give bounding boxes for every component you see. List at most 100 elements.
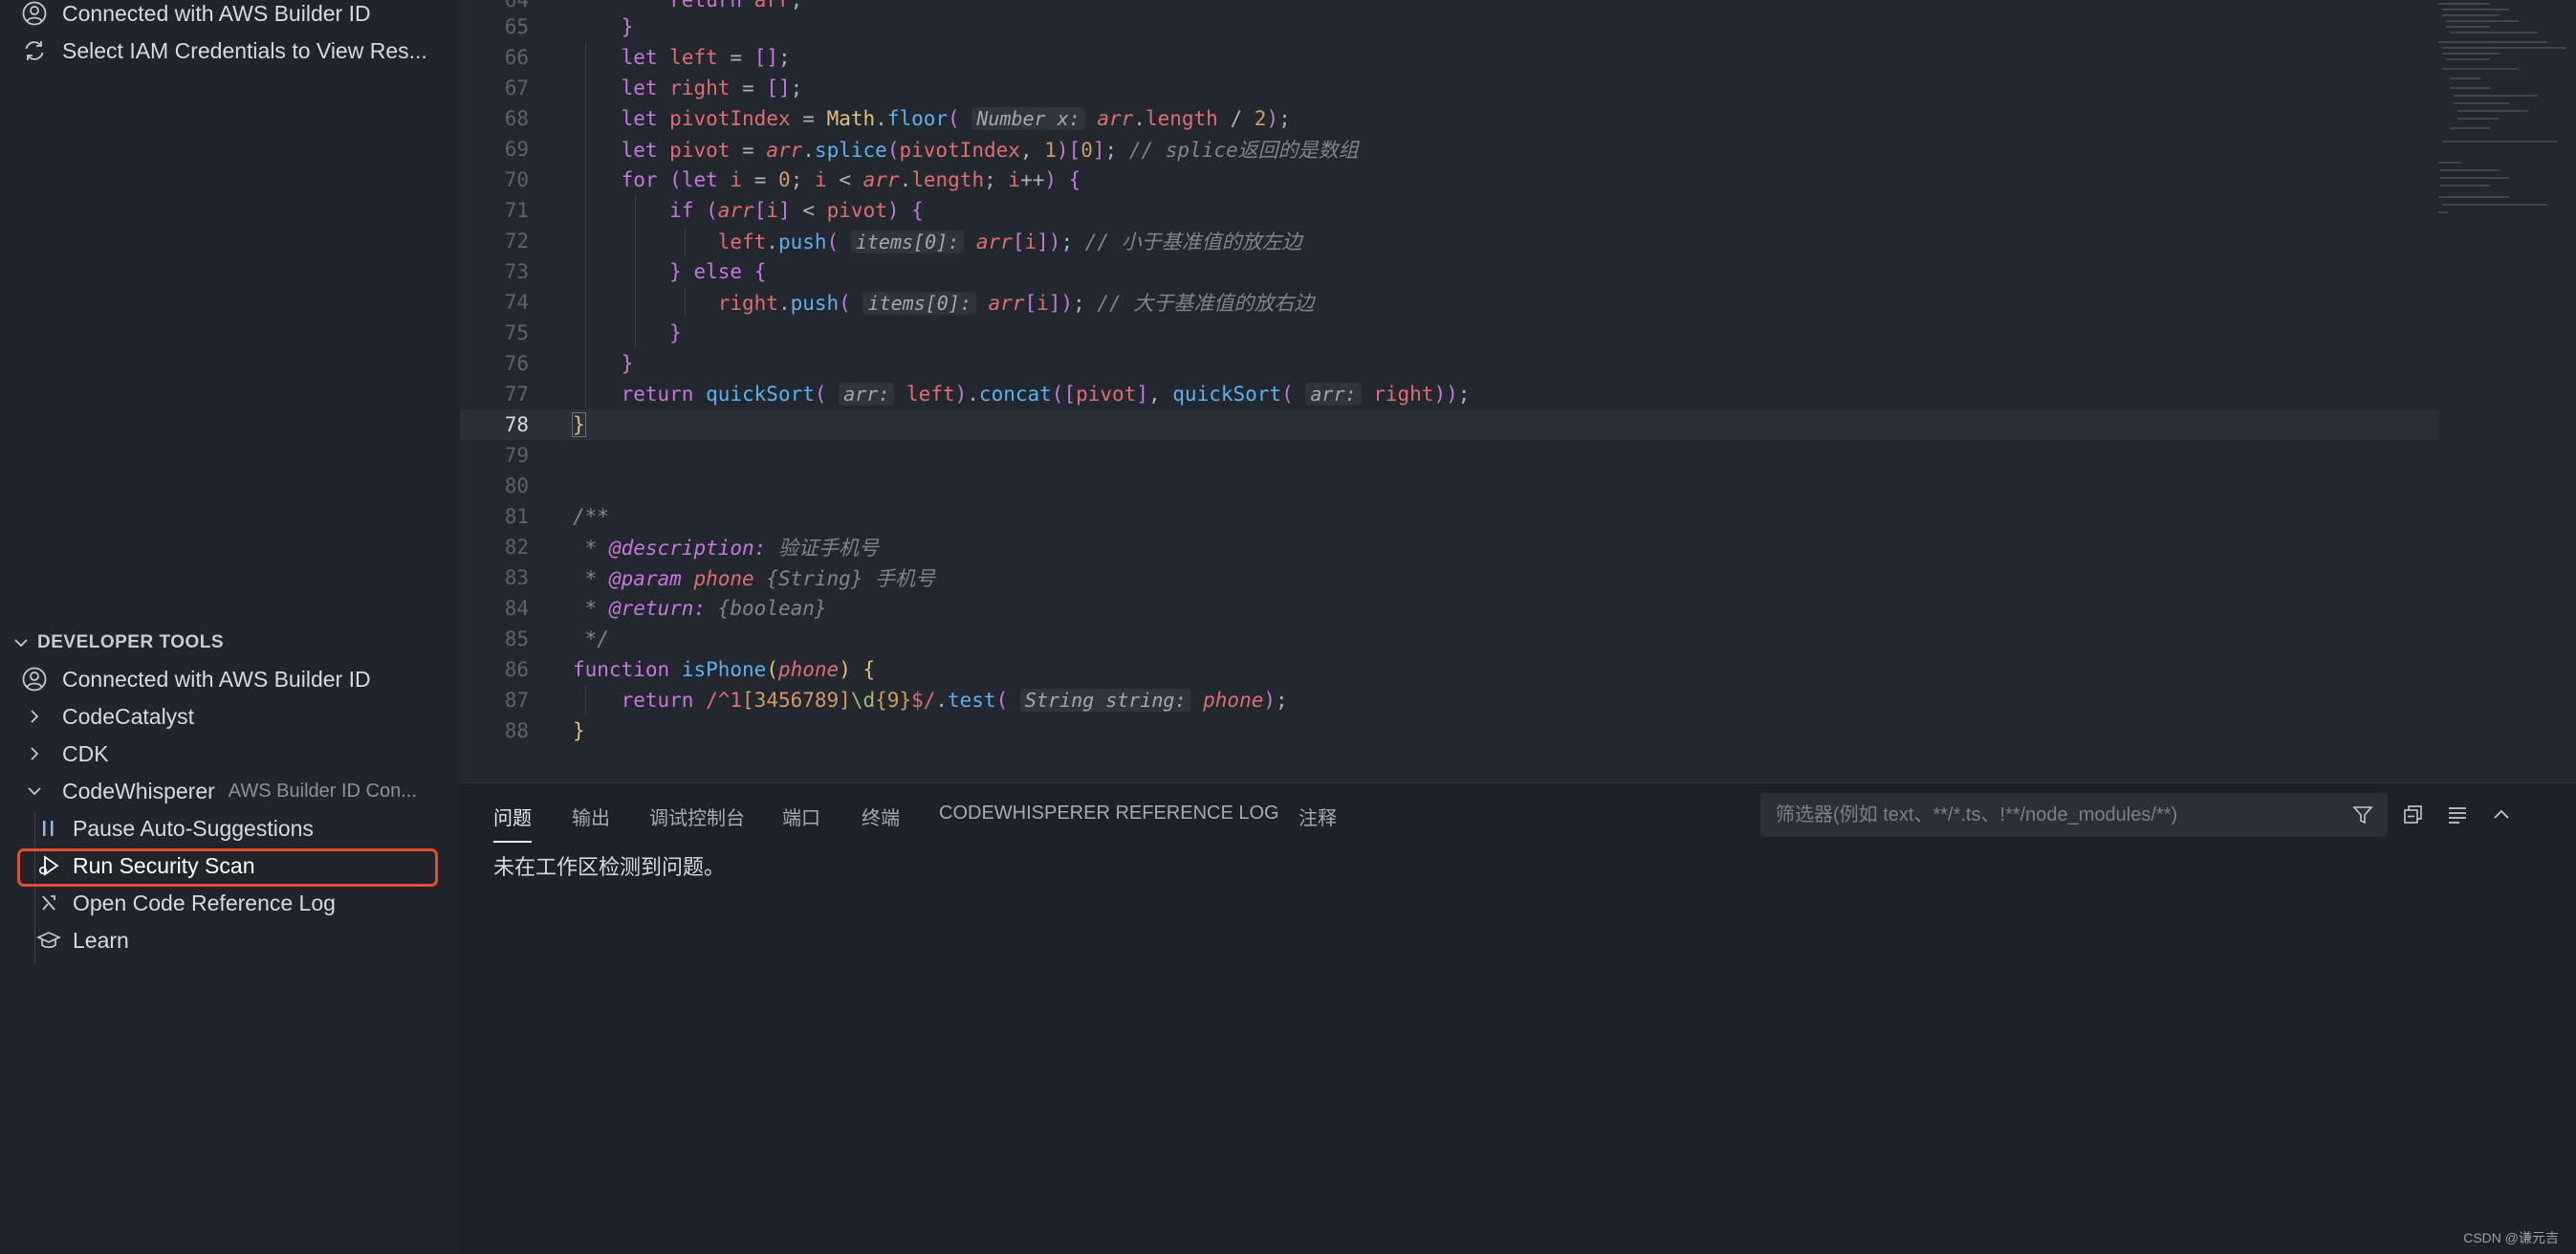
sidebar-item-label: CDK — [62, 740, 109, 766]
code-line[interactable]: 73 } else { — [460, 256, 2439, 287]
code-editor[interactable]: 64 return arr; 65 } 66 let left = []; 67… — [460, 0, 2576, 782]
jsdoc-tag: @description: — [608, 537, 767, 560]
code-comment: // 小于基准值的放左边 — [1084, 231, 1302, 253]
view-as-list-icon[interactable] — [2443, 801, 2472, 829]
code-line[interactable]: 86 function isPhone(phone) { — [460, 654, 2439, 685]
sidebar-item-pause-auto-suggestions[interactable]: Pause Auto-Suggestions — [0, 810, 460, 847]
sidebar-item-run-security-scan[interactable]: Run Security Scan — [0, 847, 460, 884]
code-line[interactable]: 66 let left = []; — [460, 42, 2439, 73]
inlay-hint: Number x: — [971, 107, 1085, 130]
watermark: CSDN @谦元吉 — [2463, 1230, 2559, 1245]
section-title: DEVELOPER TOOLS — [37, 632, 225, 652]
collapse-all-icon[interactable] — [2399, 801, 2428, 829]
filter-input[interactable] — [1774, 803, 2351, 827]
code-line[interactable]: 74 right.push( items[0]: arr[i]); // 大于基… — [460, 287, 2439, 318]
sidebar-item-label: Pause Auto-Suggestions — [73, 815, 314, 841]
sidebar-item-select-iam[interactable]: Select IAM Credentials to View Res... — [0, 33, 460, 69]
tab-output[interactable]: 输出 — [572, 803, 610, 845]
account-icon — [20, 0, 49, 28]
chevron-down-icon — [11, 633, 31, 652]
tab-terminal[interactable]: 终端 — [862, 803, 900, 845]
sidebar-item-aws-builder-id[interactable]: Connected with AWS Builder ID — [0, 661, 460, 697]
sidebar-item-codecatalyst[interactable]: CodeCatalyst — [0, 698, 460, 735]
sidebar-item-open-code-reference-log[interactable]: Open Code Reference Log — [0, 885, 460, 921]
code-comment: // splice返回的是数组 — [1128, 139, 1359, 162]
line-number: 86 — [504, 658, 529, 681]
line-number: 66 — [504, 46, 529, 69]
filter-icon[interactable] — [2348, 801, 2377, 829]
code-line[interactable]: 83 * @param phone {String} 手机号 — [460, 562, 2439, 593]
sidebar-item-label: Connected with AWS Builder ID — [62, 666, 371, 692]
sidebar-item-description: AWS Builder ID Con... — [228, 780, 417, 802]
sidebar-item-learn[interactable]: Learn — [0, 922, 460, 958]
tab-ports[interactable]: 端口 — [782, 803, 820, 845]
tab-debug-console[interactable]: 调试控制台 — [649, 803, 745, 845]
chevron-up-icon[interactable] — [2487, 801, 2516, 829]
code-line[interactable]: 80 — [460, 471, 2439, 501]
inlay-hint: String string: — [1019, 689, 1191, 712]
code-line[interactable]: 79 — [460, 440, 2439, 471]
code-line[interactable]: 77 return quickSort( arr: left).concat([… — [460, 379, 2439, 409]
sidebar-item-aws-builder-id-top[interactable]: Connected with AWS Builder ID — [0, 0, 460, 32]
indent-guide — [685, 287, 686, 318]
line-number: 80 — [504, 474, 529, 497]
sidebar-item-label: CodeWhisperer — [62, 778, 215, 803]
code-line[interactable]: 88 } — [460, 715, 2439, 746]
line-number: 72 — [504, 230, 529, 253]
code-line[interactable]: 71 if (arr[i] < pivot) { — [460, 195, 2439, 226]
code-line[interactable]: 75 } — [460, 318, 2439, 348]
code-line[interactable]: 82 * @description: 验证手机号 — [460, 532, 2439, 562]
code-line[interactable]: 85 */ — [460, 624, 2439, 654]
code-text: } — [669, 321, 682, 344]
code-text: let pivot = arr.splice(pivotIndex, 1)[0]… — [621, 139, 1359, 162]
line-number: 79 — [504, 444, 529, 467]
line-number: 71 — [504, 199, 529, 222]
jsdoc-type: {boolean} — [717, 597, 827, 620]
sidebar-item-cdk[interactable]: CDK — [0, 736, 460, 772]
problems-filter — [1760, 793, 2388, 837]
code-line[interactable]: 65 } — [460, 11, 2439, 42]
refresh-icon — [20, 36, 49, 65]
line-number: 82 — [504, 536, 529, 559]
sidebar-item-label: Learn — [73, 927, 129, 953]
tab-codewhisperer-reference-log[interactable]: CODEWHISPERER REFERENCE LOG — [939, 803, 1279, 845]
jsdoc-param: phone — [693, 567, 754, 590]
tab-problems[interactable]: 问题 — [493, 803, 532, 843]
code-line[interactable]: 81 /** — [460, 501, 2439, 532]
jsdoc-tag: @param — [608, 567, 682, 590]
code-line[interactable]: 84 * @return: {boolean} — [460, 593, 2439, 624]
indent-guide — [685, 226, 686, 256]
code-line[interactable]: 72 left.push( items[0]: arr[i]); // 小于基准… — [460, 226, 2439, 256]
code-text: return quickSort( arr: left).concat([piv… — [621, 383, 1471, 406]
tab-comments[interactable]: 注释 — [1299, 803, 1337, 845]
code-line[interactable]: 70 for (let i = 0; i < arr.length; i++) … — [460, 165, 2439, 195]
code-line-current[interactable]: 78 } — [460, 409, 2439, 440]
code-line[interactable]: 76 } — [460, 348, 2439, 379]
inlay-hint: items[0]: — [862, 292, 976, 315]
code-text: * @description: 验证手机号 — [573, 537, 879, 560]
code-line[interactable]: 69 let pivot = arr.splice(pivotIndex, 1)… — [460, 134, 2439, 165]
line-number: 75 — [504, 321, 529, 344]
line-number: 81 — [504, 505, 529, 528]
line-number: 74 — [504, 291, 529, 314]
indent-guide — [585, 42, 586, 407]
code-line[interactable]: 68 let pivotIndex = Math.floor( Number x… — [460, 103, 2439, 134]
minimap[interactable] — [2433, 0, 2576, 249]
code-text: } — [572, 412, 586, 437]
security-scan-icon — [34, 851, 63, 880]
code-line[interactable]: 87 return /^1[3456789]\d{9}$/.test( Stri… — [460, 685, 2439, 715]
line-number: 73 — [504, 260, 529, 283]
line-number: 88 — [504, 719, 529, 742]
code-text: /** — [573, 505, 609, 528]
section-header-developer-tools[interactable]: DEVELOPER TOOLS — [0, 624, 460, 662]
line-number: 65 — [504, 15, 529, 38]
code-line[interactable]: 67 let right = []; — [460, 73, 2439, 103]
code-text: } — [621, 352, 634, 375]
bottom-panel: 问题 输出 调试控制台 端口 终端 CODEWHISPERER REFERENC… — [460, 782, 2576, 1254]
chevron-right-icon — [20, 702, 49, 731]
sidebar-item-codewhisperer[interactable]: CodeWhisperer AWS Builder ID Con... — [0, 773, 460, 809]
indent-guide — [635, 195, 636, 348]
code-text: function isPhone(phone) { — [573, 658, 876, 681]
line-number: 69 — [504, 138, 529, 161]
sidebar: Connected with AWS Builder ID Select IAM… — [0, 0, 460, 1253]
